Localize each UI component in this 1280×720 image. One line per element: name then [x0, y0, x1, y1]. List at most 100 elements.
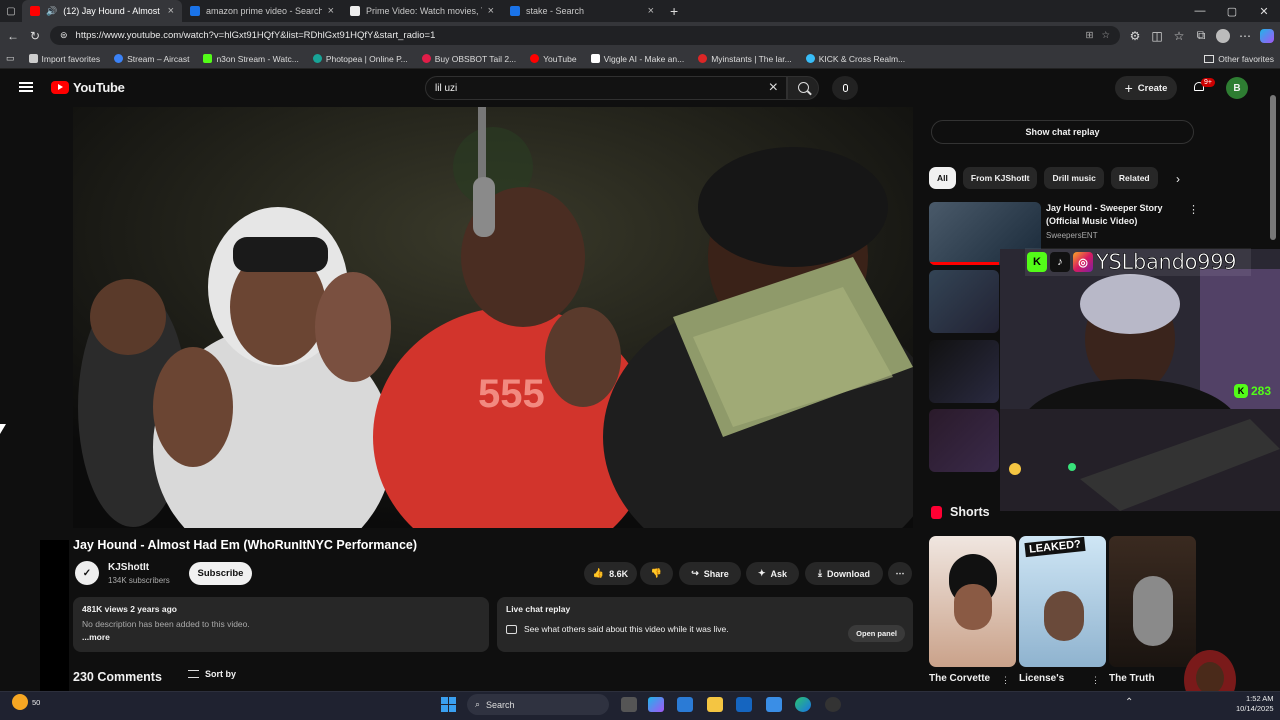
bookmark-item[interactable]: n3on Stream - Watc... — [203, 54, 299, 64]
voice-search-button[interactable] — [832, 76, 858, 100]
split-icon[interactable]: ◫ — [1150, 29, 1164, 43]
recommended-title[interactable]: Jay Hound - Sweeper Story (Official Musi… — [1046, 202, 1181, 227]
download-button[interactable]: ⤓ Download — [805, 562, 883, 585]
bookmark-label: Myinstants | The lar... — [711, 53, 792, 64]
extensions-icon[interactable]: ⚙ — [1128, 29, 1142, 43]
task-view-icon[interactable] — [621, 697, 637, 712]
description-box[interactable]: 481K views 2 years ago No description ha… — [73, 597, 489, 652]
copilot-icon[interactable] — [1260, 28, 1274, 43]
short-title[interactable]: The Truth — [1109, 673, 1155, 684]
collections-icon[interactable]: ⧉ — [1194, 28, 1208, 43]
chip-all[interactable]: All — [929, 167, 956, 189]
bookmark-item[interactable]: Myinstants | The lar... — [698, 53, 792, 64]
reader-icon[interactable]: ⊞ — [1086, 30, 1094, 41]
edge-icon[interactable] — [795, 697, 811, 712]
clear-search-icon[interactable]: × — [769, 79, 778, 97]
bookmark-item[interactable]: Import favorites — [28, 54, 100, 64]
tray-chevron-icon[interactable]: ⌃ — [1125, 697, 1133, 708]
url-field[interactable]: ⊜ https://www.youtube.com/watch?v=hlGxt9… — [50, 26, 1120, 45]
video-player[interactable]: 555 — [73, 107, 913, 528]
bookmark-icon — [421, 54, 431, 63]
tab-prime-video[interactable]: Prime Video: Watch movies, TV sh × — [342, 0, 502, 22]
bookmark-item[interactable]: YouTube — [530, 54, 577, 64]
refresh-icon[interactable]: ↻ — [28, 29, 42, 43]
more-menu-icon[interactable]: ⋯ — [1238, 29, 1252, 43]
start-button[interactable] — [441, 697, 456, 712]
channel-avatar[interactable]: ✓ — [75, 561, 99, 585]
favorite-star-icon[interactable]: ☆ — [1101, 30, 1110, 41]
store-icon[interactable] — [677, 697, 693, 712]
profile-avatar[interactable] — [1216, 28, 1230, 43]
close-tab-icon[interactable]: × — [648, 5, 654, 17]
short-thumbnail[interactable] — [929, 536, 1016, 667]
close-tab-icon[interactable]: × — [328, 5, 334, 17]
tab-stake-search[interactable]: stake - Search × — [502, 0, 662, 22]
subscribe-button[interactable]: Subscribe — [189, 562, 252, 585]
close-tab-icon[interactable]: × — [168, 5, 174, 17]
favorites-icon[interactable]: ☆ — [1172, 29, 1186, 43]
ask-button[interactable]: ✦ Ask — [746, 562, 799, 585]
weather-widget[interactable]: 50 — [12, 694, 40, 710]
account-avatar[interactable]: B — [1226, 77, 1248, 99]
channel-name[interactable]: KJShotIt — [108, 562, 149, 573]
close-window-icon[interactable]: ✕ — [1248, 0, 1280, 22]
search-input[interactable]: lil uzi × — [425, 76, 787, 100]
sort-by-button[interactable]: Sort by — [188, 669, 236, 679]
more-actions-button[interactable]: ⋯ — [888, 562, 912, 585]
chevron-right-icon[interactable]: › — [1176, 172, 1180, 186]
dislike-button[interactable]: 👎 — [640, 562, 673, 585]
create-button[interactable]: + Create — [1115, 76, 1177, 100]
open-panel-button[interactable]: Open panel — [848, 625, 905, 642]
more-options-icon[interactable]: ⋮ — [1001, 675, 1010, 686]
clock[interactable]: 1:52 AM 10/14/2025 — [1236, 694, 1274, 714]
minimize-icon[interactable]: — — [1184, 0, 1216, 22]
more-options-icon[interactable]: ⋮ — [1188, 203, 1199, 216]
more-link[interactable]: ...more — [82, 632, 480, 642]
other-favorites[interactable]: Other favorites — [1204, 54, 1274, 64]
bookmark-item[interactable]: Buy OBSBOT Tail 2... — [421, 54, 516, 64]
site-info-icon[interactable]: ⊜ — [60, 30, 68, 41]
short-title[interactable]: The Corvette — [929, 673, 990, 684]
bookmark-item[interactable]: KICK & Cross Realm... — [805, 54, 905, 64]
hamburger-menu-icon[interactable] — [19, 82, 33, 92]
tab-youtube[interactable]: 🔊 (12) Jay Hound - Almost Had × — [22, 0, 182, 22]
short-thumbnail[interactable]: LEAKED? — [1019, 536, 1106, 667]
more-dots-icon: ⋯ — [895, 568, 905, 578]
close-tab-icon[interactable]: × — [488, 5, 494, 17]
like-button[interactable]: 👍 8.6K — [584, 562, 637, 585]
recommended-thumbnail[interactable] — [929, 409, 999, 472]
comments-count: 230 Comments — [73, 670, 162, 684]
short-thumbnail[interactable] — [1109, 536, 1196, 667]
back-icon[interactable]: ← — [6, 29, 20, 43]
taskbar-search[interactable]: ⌕ Search — [467, 694, 609, 715]
share-button[interactable]: ↪ Share — [679, 562, 741, 585]
maximize-icon[interactable]: ▢ — [1216, 0, 1248, 22]
chip-drill-music[interactable]: Drill music — [1044, 167, 1104, 189]
tab-actions-icon[interactable]: ▢ — [0, 0, 22, 22]
photos-icon[interactable] — [766, 697, 782, 712]
search-favicon-icon — [190, 6, 200, 16]
shorts-header: Shorts — [931, 505, 990, 519]
recommended-thumbnail[interactable] — [929, 270, 999, 333]
bookmark-item[interactable]: Stream – Aircast — [114, 54, 189, 64]
more-options-icon[interactable]: ⋮ — [1091, 675, 1100, 686]
obs-icon[interactable] — [825, 697, 841, 712]
search-favicon-icon — [510, 6, 520, 16]
short-title[interactable]: License's — [1019, 673, 1064, 684]
recommended-thumbnail[interactable] — [929, 340, 999, 403]
bookmark-item[interactable]: Viggle AI - Make an... — [590, 54, 684, 64]
copilot-taskbar-icon[interactable] — [648, 697, 664, 712]
show-chat-replay-button[interactable]: Show chat replay — [931, 120, 1194, 144]
tab-amazon-search[interactable]: amazon prime video - Search × — [182, 0, 342, 22]
chip-from-channel[interactable]: From KJShotIt — [962, 167, 1038, 189]
speaker-icon[interactable]: 🔊 — [46, 6, 57, 17]
search-button[interactable] — [787, 76, 819, 100]
chip-related[interactable]: Related — [1110, 167, 1158, 189]
new-tab-button[interactable]: + — [670, 3, 678, 19]
bookmark-item[interactable]: Photopea | Online P... — [312, 54, 408, 64]
scrollbar[interactable] — [1270, 95, 1276, 240]
outlook-icon[interactable] — [736, 697, 752, 712]
youtube-logo[interactable]: YouTube — [51, 80, 125, 95]
recommended-channel[interactable]: SweepersENT — [1046, 231, 1098, 240]
file-explorer-icon[interactable] — [707, 697, 723, 712]
